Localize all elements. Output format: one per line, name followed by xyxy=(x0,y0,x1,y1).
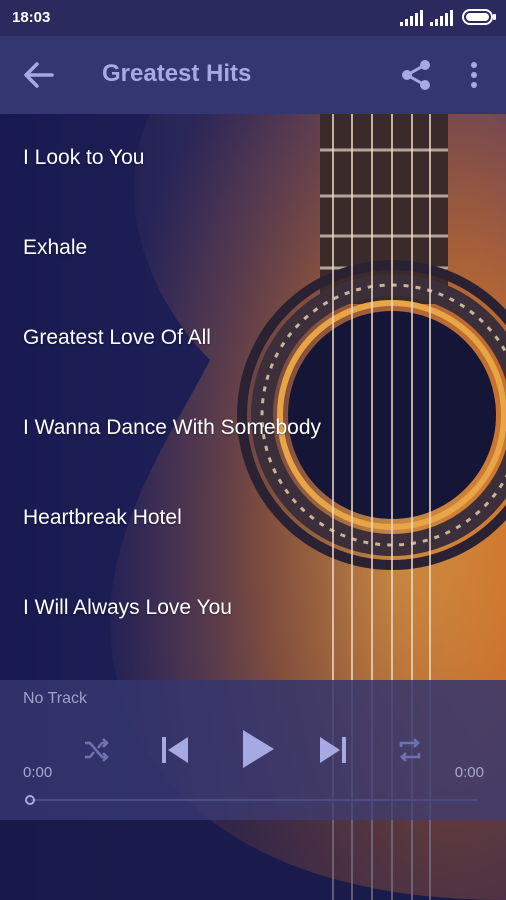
status-time: 18:03 xyxy=(12,9,51,26)
back-arrow-icon[interactable] xyxy=(22,60,56,90)
track-item[interactable]: Greatest Love Of All xyxy=(0,294,506,384)
now-playing-title: No Track xyxy=(23,690,88,707)
track-item[interactable]: I Wanna Dance With Somebody xyxy=(0,384,506,474)
previous-icon[interactable] xyxy=(160,734,190,766)
signal-icon xyxy=(400,10,423,26)
track-item[interactable]: I Will Always Love You xyxy=(0,564,506,654)
page-title: Greatest Hits xyxy=(102,60,252,87)
share-icon[interactable] xyxy=(400,58,434,92)
next-icon[interactable] xyxy=(318,734,348,766)
more-vert-icon[interactable] xyxy=(464,60,484,90)
track-list: I Look to You Exhale Greatest Love Of Al… xyxy=(0,114,506,680)
total-duration: 0:00 xyxy=(454,764,484,781)
player-panel: No Track 0:00 0:00 xyxy=(0,680,506,820)
track-title: I Will Always Love You xyxy=(23,596,232,619)
status-bar: 18:03 xyxy=(0,0,506,36)
play-icon[interactable] xyxy=(240,728,276,770)
signal-icon xyxy=(430,10,453,26)
track-title: I Wanna Dance With Somebody xyxy=(23,416,322,439)
elapsed-time: 0:00 xyxy=(23,764,53,781)
track-title: I Look to You xyxy=(23,146,145,169)
track-title: Heartbreak Hotel xyxy=(23,506,182,529)
bottom-overlay xyxy=(0,820,506,900)
shuffle-icon[interactable] xyxy=(82,736,110,764)
track-item[interactable]: Exhale xyxy=(0,204,506,294)
track-item[interactable]: I Look to You xyxy=(0,114,506,204)
app-bar: Greatest Hits xyxy=(0,36,506,114)
repeat-icon[interactable] xyxy=(396,736,424,764)
seek-bar[interactable] xyxy=(24,794,480,806)
battery-icon xyxy=(462,9,496,25)
track-title: Greatest Love Of All xyxy=(23,326,211,349)
track-title: Exhale xyxy=(23,236,88,259)
track-item[interactable]: Heartbreak Hotel xyxy=(0,474,506,564)
